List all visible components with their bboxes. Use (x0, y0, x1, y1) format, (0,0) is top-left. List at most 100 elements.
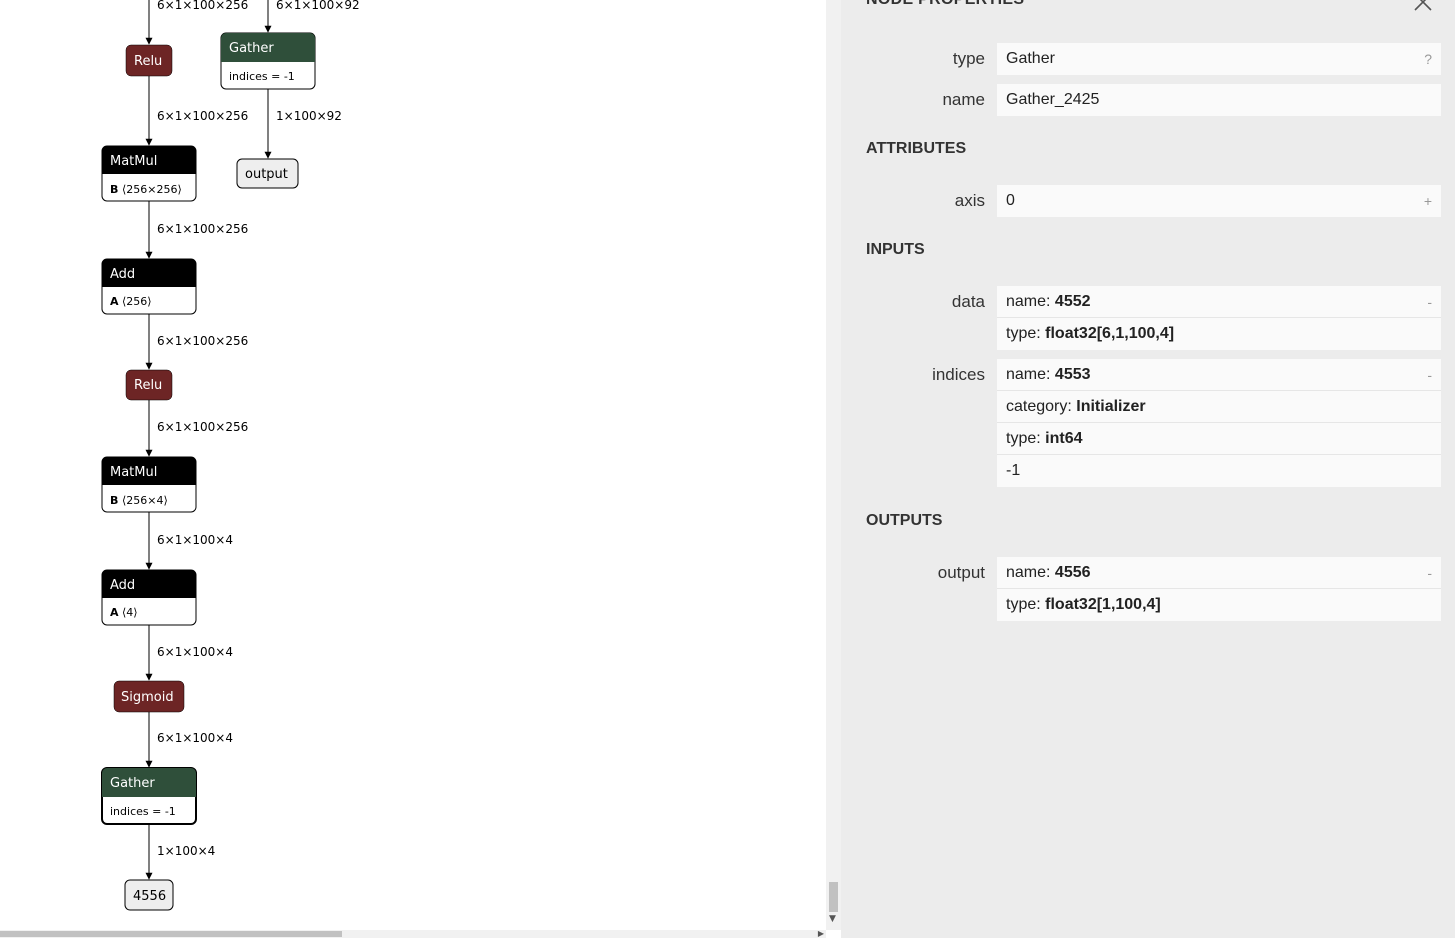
expand-icon[interactable]: + (1424, 185, 1432, 217)
node-output[interactable]: 4556 (124, 879, 174, 911)
scrollbar-thumb[interactable] (829, 882, 838, 912)
node-attribute: indices = -1 (229, 70, 295, 83)
type-value: Gather (1006, 50, 1055, 67)
edge-label: 6×1×100×256 (157, 334, 248, 348)
edge-label: 6×1×100×4 (157, 533, 233, 547)
node-title: Sigmoid (121, 690, 174, 705)
graph-svg: 6×1×100×256 6×1×100×92 6×1×100×256 1×100… (101, 0, 360, 911)
node-add[interactable]: Add A ⟨4⟩ (101, 569, 197, 626)
inputs-section-title: INPUTS (866, 241, 925, 258)
node-attribute-value: ⟨256×4⟩ (122, 494, 168, 507)
axis-label: axis (954, 191, 985, 210)
node-attribute-key: B (110, 183, 118, 196)
node-gather[interactable]: Gather indices = -1 (220, 32, 316, 90)
node-title: Relu (134, 54, 162, 69)
node-title: Gather (110, 776, 155, 791)
collapse-icon[interactable]: - (1427, 359, 1432, 391)
attributes-section-title: ATTRIBUTES (866, 140, 967, 157)
category-value: Initializer (1076, 398, 1146, 415)
collapse-icon[interactable]: - (1427, 286, 1432, 318)
data-input-label: data (951, 292, 985, 311)
node-title: Gather (229, 41, 274, 56)
node-attribute-value: ⟨256⟩ (122, 295, 152, 308)
help-icon[interactable]: ? (1424, 43, 1432, 75)
name-value: Gather_2425 (1006, 91, 1100, 108)
type-field[interactable]: Gather ? (997, 43, 1441, 75)
type-value: float32[1,100,4] (1045, 596, 1161, 613)
node-attribute: indices = -1 (110, 805, 176, 818)
collapse-icon[interactable]: - (1427, 557, 1432, 589)
vertical-scrollbar[interactable]: ▼ (826, 0, 841, 930)
type-value: int64 (1045, 430, 1083, 447)
indices-input-field[interactable]: name: 4553 - category: Initializer type:… (997, 359, 1441, 487)
tensor-value: -1 (1006, 462, 1021, 479)
axis-value: 0 (1006, 192, 1015, 209)
output-name-row: name: 4556 - (997, 557, 1441, 589)
node-sigmoid[interactable]: Sigmoid (113, 680, 185, 713)
node-matmul[interactable]: MatMul B ⟨256×256⟩ (101, 145, 197, 202)
data-input-type-row: type: float32[6,1,100,4] (997, 318, 1441, 350)
node-title: Add (110, 267, 135, 282)
close-icon[interactable] (1413, 0, 1433, 12)
edge-label: 6×1×100×4 (157, 645, 233, 659)
indices-name-row: name: 4553 - (997, 359, 1441, 391)
edge-label: 6×1×100×92 (276, 0, 360, 12)
type-value: float32[6,1,100,4] (1045, 325, 1175, 342)
type-label: type (952, 49, 985, 68)
indices-type-row: type: int64 (997, 423, 1441, 455)
data-input-field[interactable]: name: 4552 - type: float32[6,1,100,4] (997, 286, 1441, 350)
scroll-right-arrow-icon[interactable]: ▶ (818, 930, 824, 938)
node-relu[interactable]: Relu (125, 369, 173, 401)
name-key: name: (1006, 366, 1055, 383)
graph-canvas[interactable]: 6×1×100×256 6×1×100×92 6×1×100×256 1×100… (0, 0, 826, 930)
node-attribute-key: A (110, 295, 119, 308)
type-key: type: (1006, 430, 1046, 447)
horizontal-scrollbar[interactable]: ▶ (0, 930, 826, 938)
panel-title: NODE PROPERTIES (866, 0, 1024, 9)
edge-label: 6×1×100×4 (157, 731, 233, 745)
name-value: 4552 (1054, 293, 1091, 310)
node-title: MatMul (110, 465, 157, 480)
node-relu[interactable]: Relu (125, 44, 173, 77)
name-label: name (942, 90, 985, 109)
edges (145, 0, 272, 880)
indices-input-label: indices (932, 365, 985, 384)
node-properties-panel: NODE PROPERTIES type Gather ? name Gathe… (841, 0, 1455, 938)
node-attribute-key: B (110, 494, 118, 507)
axis-field[interactable]: 0 + (997, 185, 1441, 217)
indices-category-row: category: Initializer (997, 391, 1441, 423)
type-key: type: (1006, 325, 1046, 342)
node-title: Add (110, 578, 135, 593)
node-title: MatMul (110, 154, 157, 169)
scrollbar-thumb[interactable] (0, 931, 342, 937)
node-attribute-value: ⟨4⟩ (122, 606, 138, 619)
node-title: Relu (134, 378, 162, 393)
outputs-section-title: OUTPUTS (866, 512, 943, 529)
edge-label: 1×100×4 (157, 844, 215, 858)
category-key: category: (1006, 398, 1077, 415)
node-matmul[interactable]: MatMul B ⟨256×4⟩ (101, 456, 197, 513)
edge-label: 6×1×100×256 (157, 420, 248, 434)
type-key: type: (1006, 596, 1046, 613)
node-output[interactable]: output (236, 158, 299, 189)
edge-label: 6×1×100×256 (157, 0, 248, 12)
output-field[interactable]: name: 4556 - type: float32[1,100,4] (997, 557, 1441, 621)
name-key: name: (1006, 564, 1055, 581)
data-input-name-row: name: 4552 - (997, 286, 1441, 318)
output-label: output (937, 563, 985, 582)
edge-label: 1×100×92 (276, 109, 342, 123)
name-key: name: (1006, 293, 1055, 310)
output-type-row: type: float32[1,100,4] (997, 589, 1441, 621)
name-field[interactable]: Gather_2425 (997, 84, 1441, 116)
edge-label: 6×1×100×256 (157, 222, 248, 236)
node-add[interactable]: Add A ⟨256⟩ (101, 258, 197, 315)
node-title: output (245, 167, 288, 182)
edge-label: 6×1×100×256 (157, 109, 248, 123)
node-gather[interactable]: Gather indices = -1 (101, 767, 197, 825)
indices-value-row: -1 (997, 455, 1441, 487)
name-value: 4553 (1054, 366, 1091, 383)
node-attribute-key: A (110, 606, 119, 619)
node-attribute-value: ⟨256×256⟩ (122, 183, 182, 196)
scroll-down-arrow-icon[interactable]: ▼ (829, 914, 836, 924)
name-value: 4556 (1054, 564, 1091, 581)
